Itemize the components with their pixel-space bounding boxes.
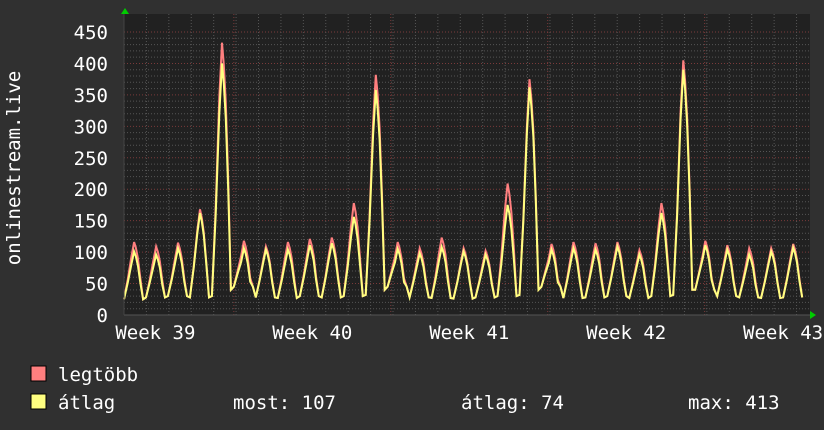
stat-now: most: 107 xyxy=(233,392,336,414)
x-tick-label: Week 39 xyxy=(115,322,195,344)
y-tick-label: 100 xyxy=(74,242,108,264)
traffic-chart: 0 50 100 150 200 250 300 350 400 450 Week 39 Week … xyxy=(0,0,824,430)
y-tick-label: 0 xyxy=(97,305,108,327)
legend-label-legtobb: legtöbb xyxy=(58,364,138,386)
y-tick-label: 400 xyxy=(74,53,108,75)
x-tick-label: Week 40 xyxy=(272,322,352,344)
legend-label-atlag: átlag xyxy=(58,392,115,414)
stat-average: átlag: 74 xyxy=(461,392,564,414)
y-tick-label: 50 xyxy=(85,274,108,296)
y-tick-label: 250 xyxy=(74,148,108,170)
x-tick-label: Week 42 xyxy=(586,322,666,344)
legend-swatch-atlag xyxy=(30,393,47,410)
stat-max: max: 413 xyxy=(688,392,780,414)
y-tick-label: 350 xyxy=(74,85,108,107)
legend-swatch-legtobb xyxy=(30,365,47,382)
y-axis-label: onlinestream.live xyxy=(3,71,25,265)
x-tick-label: Week 43 xyxy=(743,322,823,344)
y-tick-label: 200 xyxy=(74,179,108,201)
y-tick-label: 450 xyxy=(74,22,108,44)
x-tick-label: Week 41 xyxy=(429,322,509,344)
y-tick-label: 150 xyxy=(74,211,108,233)
y-tick-label: 300 xyxy=(74,116,108,138)
